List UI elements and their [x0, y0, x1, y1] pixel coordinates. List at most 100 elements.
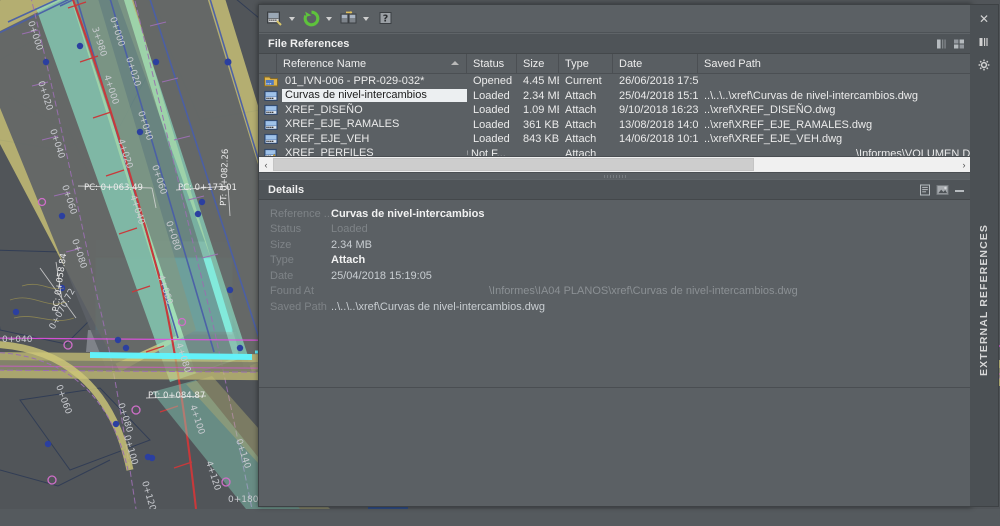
details-field-label: Found At — [259, 285, 331, 297]
table-row[interactable]: 01_IVN-006 - PPR-029-032* Opened 4.45 MB Cu… — [259, 74, 971, 89]
cell-size: 2.34 MB — [517, 89, 559, 104]
cell-status: Loaded — [467, 118, 517, 133]
size-label: 361 KB — [523, 119, 559, 131]
details-field-label: Reference ... — [259, 208, 331, 220]
size-label: 4.45 MB — [523, 75, 559, 87]
cell-name: XREF_DISEÑO — [259, 103, 467, 118]
file-references-title: File References — [268, 38, 933, 50]
preview-view-button[interactable] — [935, 183, 950, 197]
attach-dwg-icon — [266, 10, 283, 27]
details-section-header: Details — [259, 179, 971, 200]
date-label: 14/06/2018 10:1... — [619, 133, 698, 145]
status-label: Opened — [473, 75, 512, 87]
column-header-size[interactable]: Size — [517, 54, 559, 73]
auto-hide-pin-icon[interactable] — [975, 33, 993, 51]
details-title: Details — [268, 184, 916, 196]
type-label: Attach — [565, 133, 596, 145]
reference-name-label: 01_IVN-006 - PPR-029-032* — [282, 75, 427, 88]
status-label: Loaded — [473, 90, 510, 102]
cell-type: Attach — [559, 147, 613, 157]
file-references-section-header: File References — [259, 33, 971, 54]
tree-view-button[interactable] — [952, 37, 967, 51]
column-header-status[interactable]: Status — [467, 54, 517, 73]
cell-name: XREF_EJE_RAMALES — [259, 118, 467, 133]
cell-date: 14/06/2018 10:1... — [613, 132, 698, 147]
details-footer — [259, 387, 971, 506]
table-row[interactable]: Curvas de nivel-intercambiosLoaded2.34 M… — [259, 89, 971, 104]
scroll-right-button[interactable]: › — [957, 157, 971, 172]
path-label: ..\..\..\xref\Curvas de nivel-intercambi… — [704, 90, 918, 102]
details-field-value: 2.34 MB — [331, 239, 372, 251]
type-label: Attach — [565, 119, 596, 131]
table-row[interactable]: XREF_DISEÑOLoaded1.09 MBAttach9/10/2018 … — [259, 103, 971, 118]
change-path-dropdown-caret[interactable] — [363, 17, 369, 21]
details-field-label: Type — [259, 254, 331, 266]
reference-name-label: XREF_EJE_RAMALES — [282, 118, 402, 131]
status-label: Loaded — [473, 133, 510, 145]
cell-date: 13/08/2018 14:0... — [613, 118, 698, 133]
table-row[interactable]: XREF_EJE_VEHLoaded843 KBAttach14/06/2018… — [259, 132, 971, 147]
details-field-row: TypeAttach — [259, 253, 971, 269]
refresh-button[interactable] — [301, 8, 322, 29]
attach-dwg-dropdown-caret[interactable] — [289, 17, 295, 21]
cell-date: 25/04/2018 15:1... — [613, 89, 698, 104]
details-field-label: Saved Path — [259, 301, 331, 313]
change-path-button[interactable] — [338, 8, 359, 29]
cell-type: Attach — [559, 103, 613, 118]
cell-size: 1.09 MB — [517, 103, 559, 118]
type-label: Current — [565, 75, 602, 87]
change-path-icon — [340, 10, 357, 27]
cell-path: ..\xref\XREF_EJE_VEH.dwg — [698, 132, 971, 147]
type-label: Attach — [565, 104, 596, 116]
size-label: 843 KB — [523, 133, 559, 145]
date-label: 26/06/2018 17:5... — [619, 75, 698, 87]
svg-text:PC: 0+063.49: PC: 0+063.49 — [84, 183, 143, 193]
column-header-name[interactable]: Reference Name — [277, 54, 467, 73]
horizontal-scrollbar[interactable]: ‹ › — [259, 156, 971, 172]
cell-size — [517, 147, 559, 157]
cell-type: Attach — [559, 132, 613, 147]
status-label: Not F... — [471, 148, 506, 156]
column-header-path[interactable]: Saved Path — [698, 54, 973, 73]
column-header-type[interactable]: Type — [559, 54, 613, 73]
scroll-left-button[interactable]: ‹ — [259, 157, 273, 172]
sort-ascending-icon — [451, 61, 459, 65]
details-field-label: Status — [259, 223, 331, 235]
cell-path: ..\xref\XREF_DISEÑO.dwg — [698, 103, 971, 118]
scrollbar-thumb[interactable] — [273, 158, 754, 171]
column-header-date[interactable]: Date — [613, 54, 698, 73]
cell-type: Attach — [559, 89, 613, 104]
file-references-rows[interactable]: 01_IVN-006 - PPR-029-032* Opened 4.45 MB Cu… — [259, 74, 971, 156]
column-header-label: Status — [473, 58, 504, 70]
status-label: Loaded — [473, 119, 510, 131]
details-field-row: Date25/04/2018 15:19:05 — [259, 268, 971, 284]
details-view-button[interactable] — [918, 183, 933, 197]
minimize-button[interactable] — [952, 183, 967, 197]
cell-name: XREF_PERFILES — [259, 147, 467, 157]
cell-path: ..\..\..\xref\Curvas de nivel-intercambi… — [698, 89, 971, 104]
column-header-label: Date — [619, 58, 642, 70]
svg-text:?: ? — [383, 14, 389, 25]
column-header-label: Reference Name — [283, 58, 366, 70]
svg-text:PT: 0+082.26: PT: 0+082.26 — [219, 149, 231, 207]
details-field-value: 25/04/2018 15:19:05 — [331, 270, 432, 282]
gear-icon[interactable] — [975, 56, 993, 74]
help-button[interactable]: ? — [375, 8, 396, 29]
svg-text:PT: 0+084.87: PT: 0+084.87 — [148, 391, 205, 401]
list-view-button[interactable] — [935, 37, 950, 51]
refresh-dropdown-caret[interactable] — [326, 17, 332, 21]
table-row[interactable]: XREF_EJE_RAMALES Loaded 361 KB Attach 13/08/… — [259, 118, 971, 133]
refresh-icon — [303, 10, 320, 27]
details-field-row: StatusLoaded — [259, 222, 971, 238]
size-label: 1.09 MB — [523, 104, 559, 116]
details-field-row: Reference ...Curvas de nivel-intercambio… — [259, 206, 971, 222]
cell-name: 01_IVN-006 - PPR-029-032* — [259, 74, 467, 89]
attach-dwg-button[interactable] — [264, 8, 285, 29]
cell-path: \Informes\VOLUMEN DE PLAN — [698, 147, 971, 157]
cell-path — [698, 74, 971, 89]
scrollbar-track[interactable] — [273, 157, 957, 172]
xref-toolbar: ? — [259, 5, 971, 33]
close-icon[interactable]: ✕ — [975, 10, 993, 28]
details-field-value: \Informes\IA04 PLANOS\xref\Curvas de niv… — [489, 285, 798, 297]
table-row[interactable]: XREF_PERFILES!Not F...Attach\Informes\VO… — [259, 147, 971, 157]
